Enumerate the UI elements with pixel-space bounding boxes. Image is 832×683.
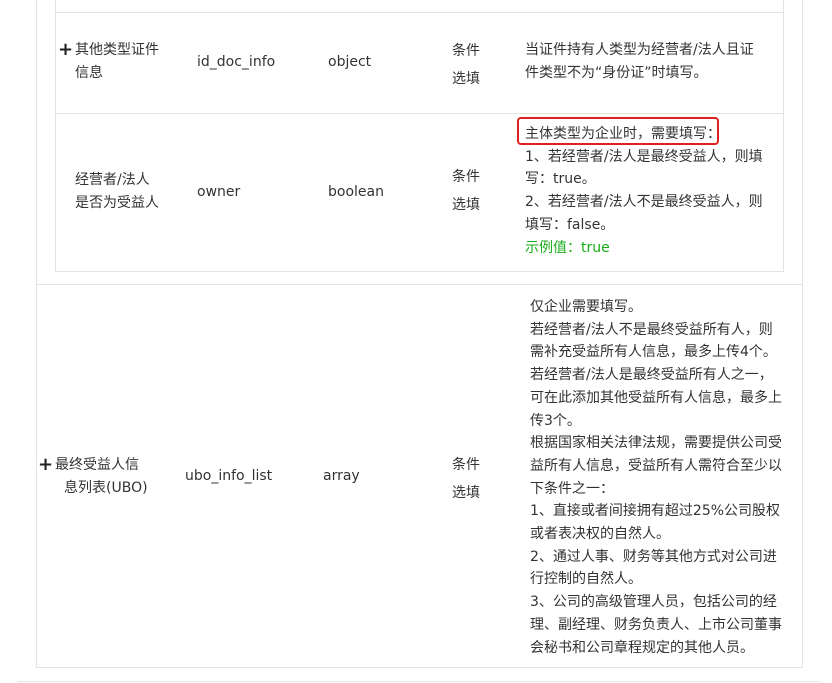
field-key: id_doc_info (197, 54, 276, 70)
field-description: 仅企业需要填写。 若经营者/法人不是最终受益所有人，则 需补充受益所有人信息，最… (530, 299, 782, 656)
nested-row2-top (55, 113, 784, 114)
plus-icon[interactable]: + (38, 456, 53, 474)
field-required: 条件 选填 (452, 169, 480, 213)
field-description: 当证件持有人类型为经营者/法人且证 件类型不为“身份证”时填写。 (525, 42, 754, 81)
table-border-left (36, 0, 37, 668)
table-border-bottom (36, 667, 803, 668)
nested-table-bottom (55, 271, 784, 272)
field-required: 条件 选填 (452, 43, 480, 87)
nested-row1-top (55, 12, 784, 13)
field-key: ubo_info_list (185, 468, 273, 484)
example-value: 示例值：true (525, 239, 610, 256)
field-name: 经营者/法人 是否为受益人 (75, 172, 159, 211)
field-required: 条件 选填 (452, 457, 480, 501)
nested-table-border-right (783, 0, 784, 272)
highlight-box (517, 117, 719, 145)
table-border-right (802, 0, 803, 668)
nested-table-border-left (55, 0, 56, 272)
page-divider (18, 681, 820, 682)
field-type: boolean (328, 184, 384, 200)
field-name: 其他类型证件 信息 (75, 42, 159, 81)
field-key: owner (197, 184, 241, 200)
plus-icon[interactable]: + (58, 41, 73, 59)
field-type: array (323, 468, 360, 484)
field-name: 最终受益人信 息列表(UBO) (55, 457, 148, 496)
table-border-row3-top (36, 284, 803, 285)
field-type: object (328, 54, 372, 70)
